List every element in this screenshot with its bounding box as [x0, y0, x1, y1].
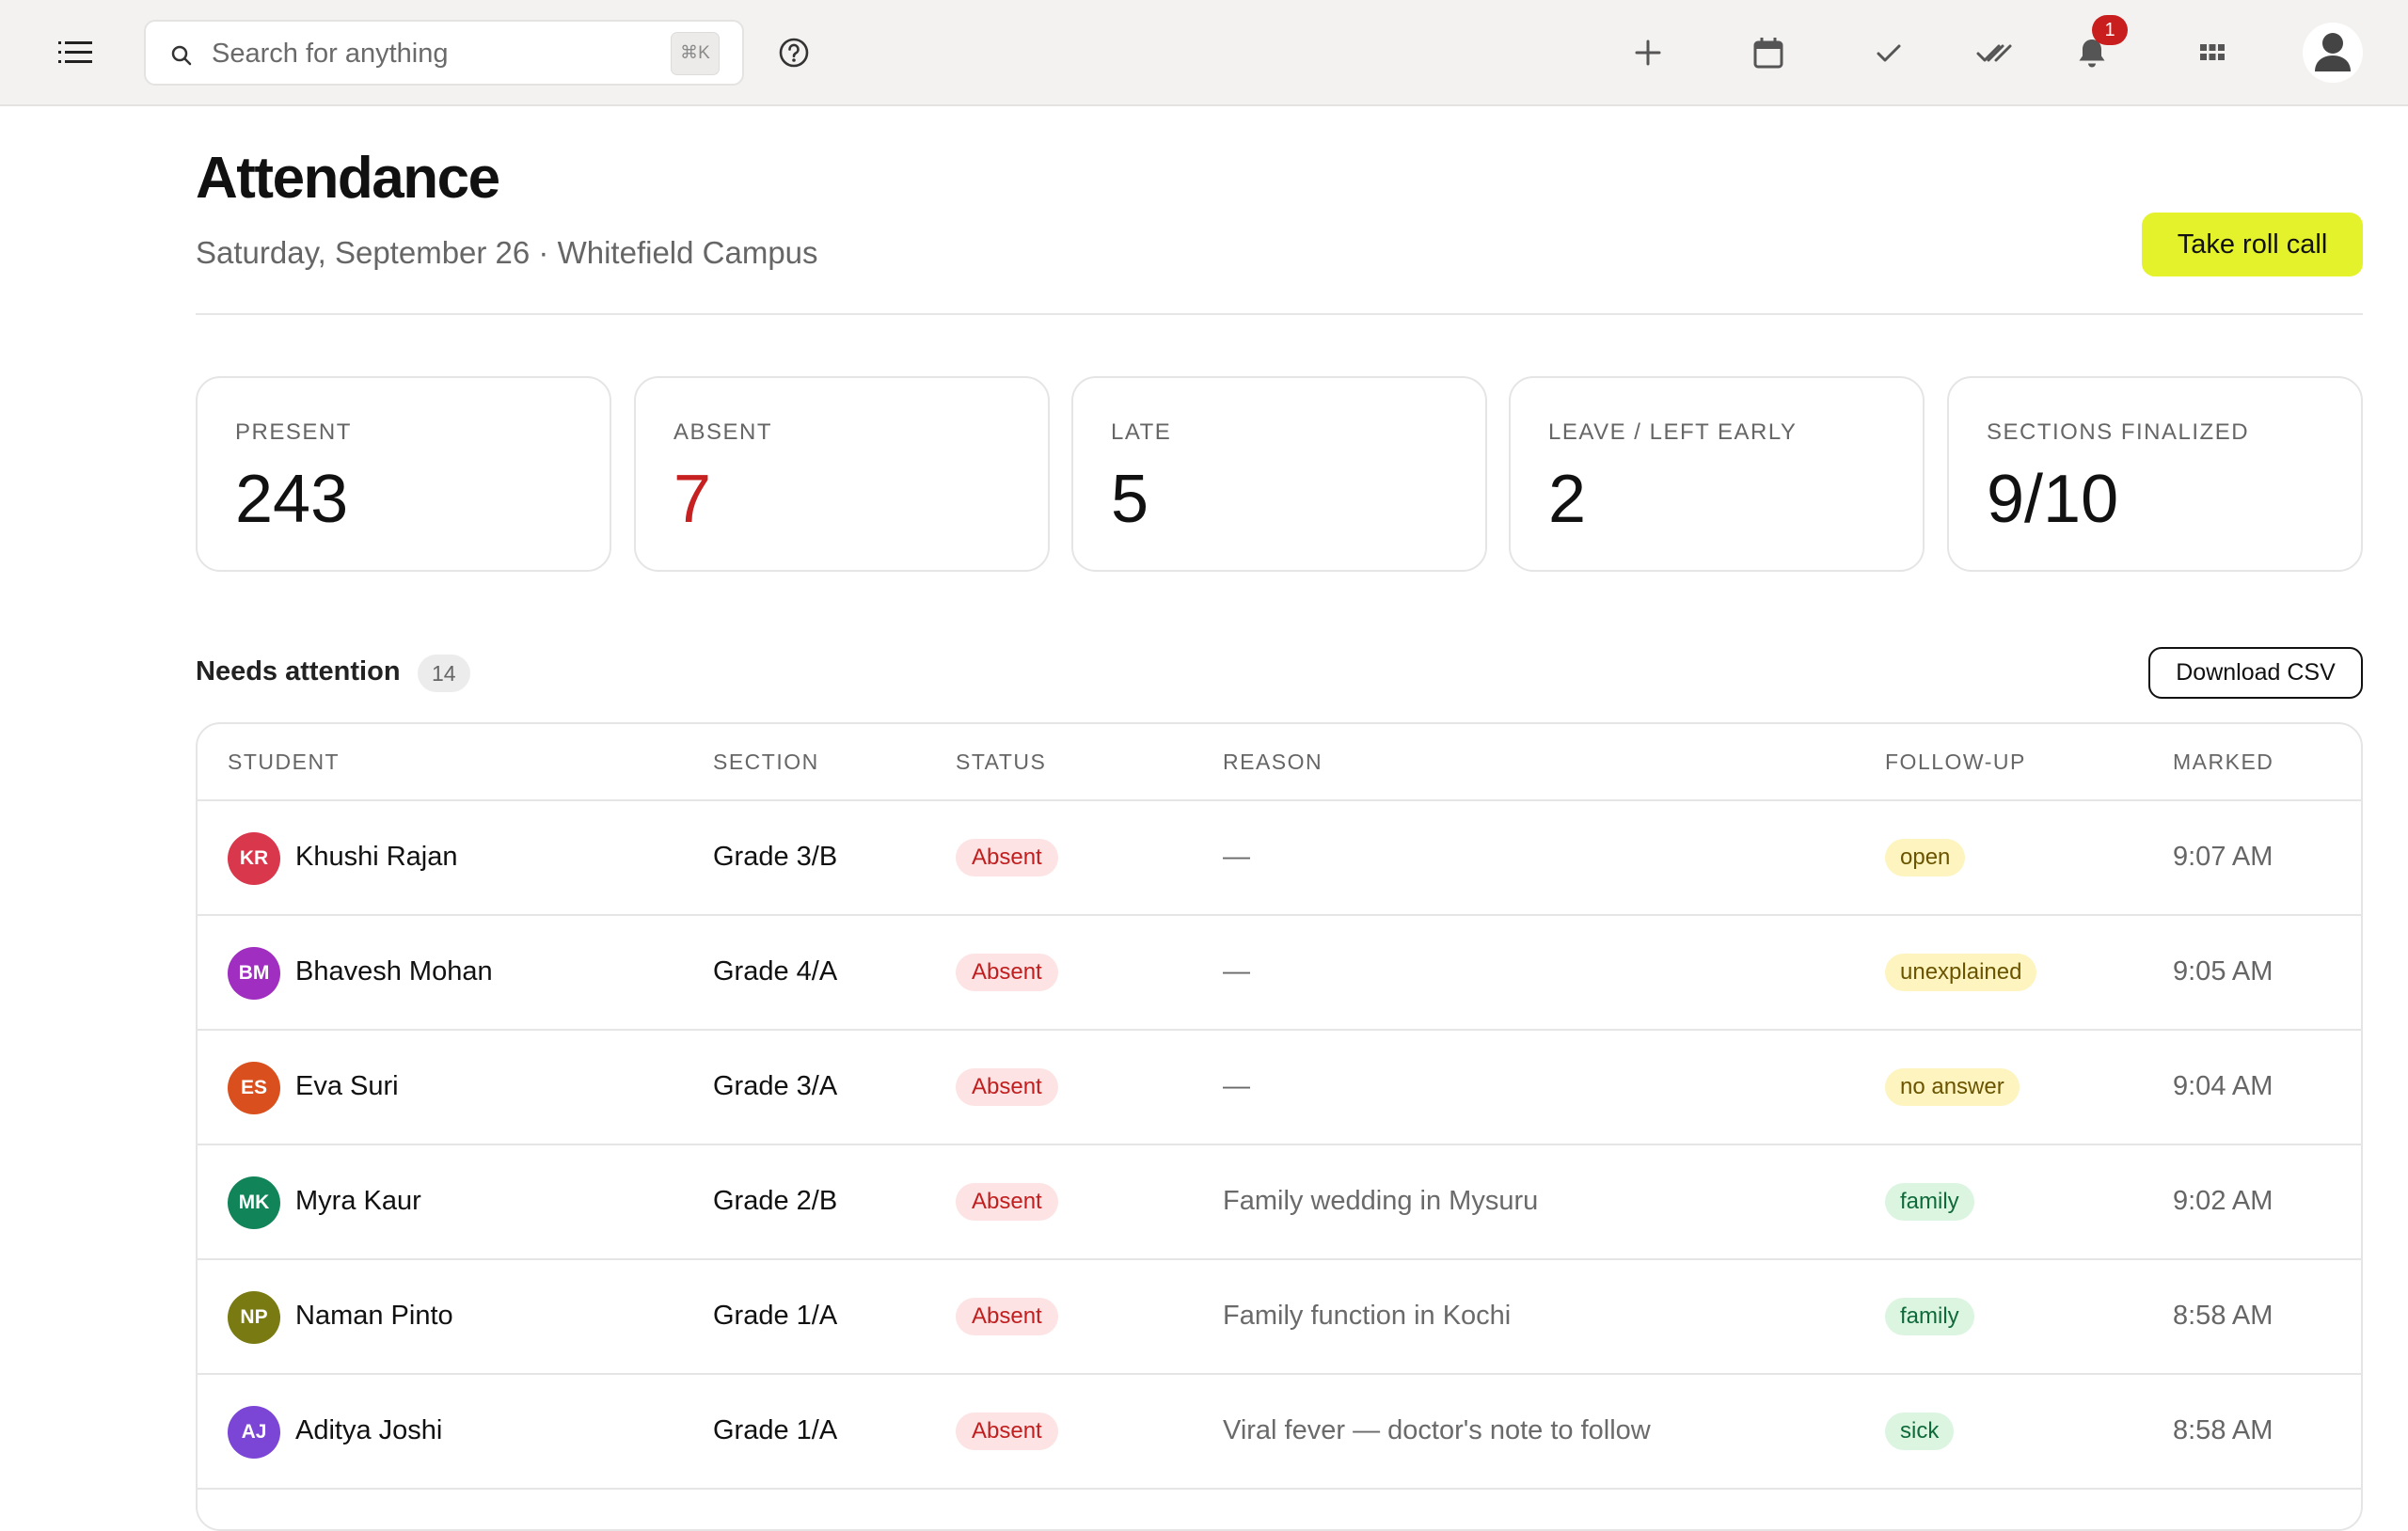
student-name[interactable]: Khushi Rajan — [295, 842, 458, 873]
status-badge: Absent — [956, 954, 1058, 991]
section-title: Needs attention — [196, 656, 401, 687]
follow-up-badge[interactable]: no answer — [1885, 1068, 2020, 1106]
table-row[interactable]: KR Khushi Rajan Grade 3/B Absent — open … — [198, 801, 2361, 916]
search-input[interactable] — [212, 31, 654, 76]
attention-table: STUDENT SECTION STATUS REASON FOLLOW-UP … — [196, 722, 2363, 1531]
reason-cell: — — [1223, 842, 1250, 872]
header-divider — [196, 313, 2363, 315]
student-name[interactable]: Myra Kaur — [295, 1186, 421, 1217]
reason-cell: Family function in Kochi — [1223, 1301, 1512, 1331]
notification-badge: 1 — [2092, 15, 2128, 45]
section-cell: Grade 4/A — [713, 956, 838, 986]
stat-value: 2 — [1548, 462, 1587, 537]
table-row[interactable]: ES Eva Suri Grade 3/A Absent — no answer… — [198, 1031, 2361, 1145]
marked-time: 8:58 AM — [2173, 1301, 2273, 1331]
marked-time: 9:05 AM — [2173, 956, 2273, 986]
plus-icon[interactable] — [1629, 34, 1667, 71]
column-header-follow-up[interactable]: FOLLOW-UP — [1885, 750, 2026, 775]
follow-up-badge[interactable]: family — [1885, 1183, 1974, 1221]
stat-label: SECTIONS FINALIZED — [1987, 419, 2250, 445]
follow-up-badge[interactable]: unexplained — [1885, 954, 2037, 991]
avatar: MK — [228, 1176, 280, 1229]
student-name[interactable]: Aditya Joshi — [295, 1415, 442, 1446]
marked-time: 9:07 AM — [2173, 842, 2273, 872]
table-row[interactable]: AJ Aditya Joshi Grade 1/A Absent Viral f… — [198, 1375, 2361, 1490]
table-header: STUDENT SECTION STATUS REASON FOLLOW-UP … — [198, 724, 2361, 801]
stat-card-leave: LEAVE / LEFT EARLY 2 — [1509, 376, 1925, 572]
stat-card-late: LATE 5 — [1071, 376, 1487, 572]
top-bar: ⌘K 1 — [0, 0, 2408, 106]
stat-card-sections-finalized: SECTIONS FINALIZED 9/10 — [1947, 376, 2363, 572]
status-badge: Absent — [956, 1298, 1058, 1335]
take-roll-call-button[interactable]: Take roll call — [2142, 213, 2363, 276]
section-cell: Grade 1/A — [713, 1301, 838, 1331]
column-header-marked[interactable]: MARKED — [2173, 750, 2273, 775]
avatar: BM — [228, 947, 280, 1000]
follow-up-badge[interactable]: sick — [1885, 1413, 1955, 1450]
shortcut-hint: ⌘K — [671, 32, 720, 75]
page-subtitle: Saturday, September 26 · Whitefield Camp… — [196, 235, 818, 270]
reason-cell: — — [1223, 956, 1250, 986]
search-box[interactable]: ⌘K — [144, 20, 744, 86]
page-title: Attendance — [196, 146, 500, 211]
reason-cell: Family wedding in Mysuru — [1223, 1186, 1539, 1216]
status-badge: Absent — [956, 839, 1058, 876]
column-header-reason[interactable]: REASON — [1223, 750, 1323, 775]
stat-value: 9/10 — [1987, 462, 2119, 537]
stat-label: ABSENT — [673, 419, 773, 445]
table-row[interactable]: BM Bhavesh Mohan Grade 4/A Absent — unex… — [198, 916, 2361, 1031]
column-header-status[interactable]: STATUS — [956, 750, 1046, 775]
section-cell: Grade 1/A — [713, 1415, 838, 1445]
student-name[interactable]: Eva Suri — [295, 1071, 399, 1102]
table-row[interactable]: MK Myra Kaur Grade 2/B Absent Family wed… — [198, 1145, 2361, 1260]
column-header-student[interactable]: STUDENT — [228, 750, 340, 775]
search-icon — [170, 44, 193, 67]
marked-time: 9:02 AM — [2173, 1186, 2273, 1216]
check-icon[interactable] — [1870, 34, 1908, 71]
status-badge: Absent — [956, 1068, 1058, 1106]
status-badge: Absent — [956, 1413, 1058, 1450]
stat-card-present: PRESENT 243 — [196, 376, 611, 572]
student-name[interactable]: Naman Pinto — [295, 1301, 453, 1332]
avatar: ES — [228, 1062, 280, 1114]
marked-time: 8:58 AM — [2173, 1415, 2273, 1445]
attention-count-badge: 14 — [418, 655, 470, 692]
reason-cell: — — [1223, 1071, 1250, 1101]
stat-label: LATE — [1111, 419, 1172, 445]
column-header-section[interactable]: SECTION — [713, 750, 819, 775]
avatar: NP — [228, 1291, 280, 1344]
follow-up-badge[interactable]: open — [1885, 839, 1966, 876]
double-check-icon[interactable] — [1975, 34, 2013, 71]
marked-time: 9:04 AM — [2173, 1071, 2273, 1101]
stat-label: PRESENT — [235, 419, 352, 445]
stat-value: 5 — [1111, 462, 1149, 537]
student-name[interactable]: Bhavesh Mohan — [295, 956, 493, 987]
stat-value: 243 — [235, 462, 349, 537]
user-avatar-icon[interactable] — [2303, 23, 2363, 83]
stat-value: 7 — [673, 462, 712, 537]
menu-icon[interactable] — [55, 36, 96, 70]
stat-label: LEAVE / LEFT EARLY — [1548, 419, 1798, 445]
follow-up-badge[interactable]: family — [1885, 1298, 1974, 1335]
avatar: KR — [228, 832, 280, 885]
help-icon[interactable] — [777, 36, 811, 70]
status-badge: Absent — [956, 1183, 1058, 1221]
section-cell: Grade 3/B — [713, 842, 838, 872]
reason-cell: Viral fever — doctor's note to follow — [1223, 1415, 1651, 1445]
avatar: AJ — [228, 1406, 280, 1459]
apps-grid-icon[interactable] — [2194, 34, 2231, 71]
calendar-icon[interactable] — [1750, 34, 1787, 71]
table-row[interactable]: NP Naman Pinto Grade 1/A Absent Family f… — [198, 1260, 2361, 1375]
download-csv-button[interactable]: Download CSV — [2148, 647, 2363, 699]
stat-card-absent: ABSENT 7 — [634, 376, 1050, 572]
section-cell: Grade 2/B — [713, 1186, 838, 1216]
section-cell: Grade 3/A — [713, 1071, 838, 1101]
